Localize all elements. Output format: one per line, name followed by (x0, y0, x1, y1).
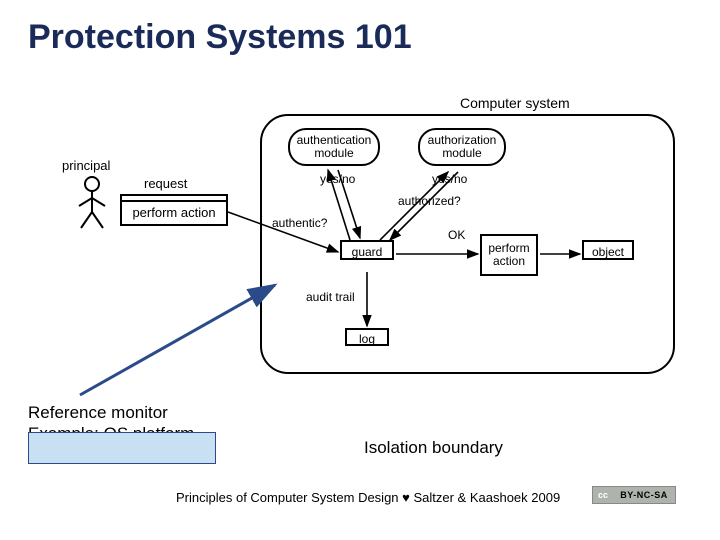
isolation-boundary-label: Isolation boundary (364, 438, 503, 458)
cc-license-badge: cc BY-NC-SA (592, 486, 676, 504)
ref-line1: Reference monitor (28, 402, 194, 423)
isolation-boundary-box (28, 432, 216, 464)
cc-icon: cc (593, 487, 613, 503)
footer-citation: Principles of Computer System Design ♥ S… (176, 490, 560, 505)
cc-license-text: BY-NC-SA (613, 487, 675, 503)
reference-monitor-pointer-arrow (70, 280, 290, 400)
slide-title: Protection Systems 101 (28, 18, 412, 57)
